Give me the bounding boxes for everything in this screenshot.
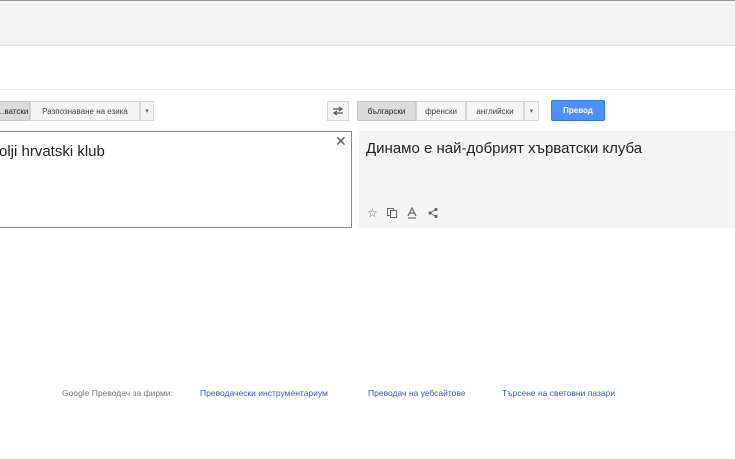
footer-label: Google Преводач за фирми: bbox=[62, 388, 173, 398]
swap-languages-button[interactable] bbox=[327, 101, 349, 121]
target-lang-french[interactable]: френски bbox=[416, 101, 466, 121]
share-icon[interactable] bbox=[427, 207, 439, 219]
translate-button[interactable]: Превод bbox=[551, 100, 605, 121]
swap-icon bbox=[332, 106, 344, 116]
source-lang-dropdown[interactable]: ▾ bbox=[140, 101, 154, 121]
target-lang-bulgarian[interactable]: български bbox=[357, 101, 416, 121]
target-lang-english[interactable]: английски bbox=[466, 101, 524, 121]
close-icon[interactable]: ✕ bbox=[335, 134, 347, 148]
copy-icon[interactable] bbox=[386, 207, 398, 219]
source-textarea[interactable]: olji hrvatski klub bbox=[0, 131, 352, 228]
target-lang-dropdown[interactable]: ▾ bbox=[524, 101, 539, 121]
star-icon[interactable]: ☆ bbox=[367, 207, 379, 219]
footer: Google Преводач за фирми: Преводачески и… bbox=[0, 388, 735, 402]
footer-link-toolkit[interactable]: Преводачески инструментариум bbox=[200, 388, 328, 398]
header-bar bbox=[0, 46, 735, 90]
translation-text: Динамо е най-добрият хърватски клуба bbox=[366, 140, 643, 157]
detect-language-button[interactable]: Разпознаване на езика bbox=[30, 101, 140, 121]
source-lang-selected[interactable]: ...ватски bbox=[0, 101, 30, 121]
footer-link-global-market[interactable]: Търсене на световни пазари bbox=[502, 388, 615, 398]
browser-toolbar bbox=[0, 0, 735, 46]
footer-link-website-translator[interactable]: Преводач на уебсайтове bbox=[368, 388, 466, 398]
source-text: olji hrvatski klub bbox=[0, 143, 105, 160]
spellcheck-icon[interactable] bbox=[406, 206, 418, 219]
